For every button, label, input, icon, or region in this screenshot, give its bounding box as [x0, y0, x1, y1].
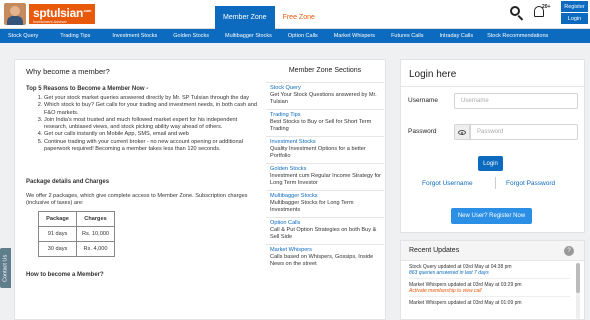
update-item[interactable]: Market Whispers updated at 03rd May at 0…: [401, 300, 584, 306]
forgot-password-link[interactable]: Forgot Password: [506, 180, 555, 187]
zone-section-desc: Calls based on Whispers, Gossips, Inside…: [270, 254, 374, 267]
zone-section-item[interactable]: Multibagger Stocks Multibagger Stocks for…: [266, 190, 384, 217]
divider: [401, 86, 584, 87]
password-input[interactable]: Password: [470, 124, 578, 140]
brand-name: sptulsian: [33, 5, 83, 20]
reasons-list: Get your stock market queries answered d…: [26, 95, 258, 153]
username-label: Username: [408, 97, 438, 104]
main-nav: Stock Query Trading Tips Investment Stoc…: [0, 29, 590, 43]
zone-section-item[interactable]: Trading Tips Best Stocks to Buy or Sell f…: [266, 109, 384, 136]
brand-tagline: Investment Adviser: [33, 18, 67, 24]
zone-section-link[interactable]: Stock Query: [270, 85, 384, 92]
nav-trading-tips[interactable]: Trading Tips: [60, 33, 90, 39]
reason-item: Continue trading with your current broke…: [44, 139, 258, 154]
password-label: Password: [408, 128, 437, 135]
main-content-panel: Why become a member? Top 5 Reasons to Be…: [14, 59, 386, 320]
top-header: sptulsian.com Investment Adviser Member …: [0, 0, 590, 29]
help-icon[interactable]: ?: [564, 246, 574, 256]
notification-count: 20+: [542, 4, 551, 10]
packages-table: Package Charges 91 days Rs. 10,000 30 da…: [38, 211, 115, 258]
zone-section-desc: Best Stocks to Buy or Sell for Short Ter…: [270, 119, 372, 132]
table-cell: 91 days: [38, 226, 77, 243]
column-header: Charges: [76, 211, 115, 228]
nav-option-calls[interactable]: Option Calls: [288, 33, 318, 39]
zone-section-desc: Get Your Stock Questions answered by Mr.…: [270, 92, 377, 105]
site-logo[interactable]: sptulsian.com Investment Adviser: [4, 2, 96, 26]
reason-item: Which stock to buy? Get calls for your t…: [44, 102, 258, 117]
zone-section-item[interactable]: Golden Stocks Investment cum Regular Inco…: [266, 163, 384, 190]
contact-us-tab[interactable]: Contact Us: [0, 248, 11, 288]
search-icon[interactable]: [508, 4, 526, 22]
divider: [409, 296, 570, 297]
table-cell: Rs. 10,000: [76, 226, 115, 243]
zone-section-desc: Quality Investment Options for a better …: [270, 146, 366, 159]
divider: [495, 177, 496, 189]
login-submit-button[interactable]: Login: [478, 156, 503, 171]
zone-section-item[interactable]: Stock Query Get Your Stock Questions answ…: [266, 82, 384, 109]
update-item[interactable]: Market Whispers updated at 03rd May at 0…: [401, 282, 584, 294]
member-zone-sections: Member Zone Sections Stock Query Get Your…: [266, 67, 384, 271]
table-cell: 30 days: [38, 241, 77, 258]
packages-title: Package details and Charges: [26, 179, 110, 186]
why-member-section: Why become a member? Top 5 Reasons to Be…: [26, 67, 258, 278]
nav-futures-calls[interactable]: Futures Calls: [391, 33, 423, 39]
packages-description: We offer 2 packages, which give complete…: [26, 193, 248, 207]
nav-golden-stocks[interactable]: Golden Stocks: [173, 33, 209, 39]
reason-item: Get your stock market queries answered d…: [44, 95, 258, 102]
nav-intraday-calls[interactable]: Intraday Calls: [439, 33, 473, 39]
divider: [409, 278, 570, 279]
column-header: Package: [38, 211, 77, 228]
update-subtext[interactable]: 863 queries answered in last 7 days: [409, 270, 584, 276]
nav-stock-query[interactable]: Stock Query: [8, 33, 38, 39]
zone-title: Member Zone Sections: [288, 67, 362, 74]
why-subtitle: Top 5 Reasons to Become a Member Now -: [26, 86, 149, 92]
zone-section-link[interactable]: Multibagger Stocks: [270, 193, 384, 200]
eye-icon[interactable]: [454, 124, 470, 140]
update-subtext[interactable]: Activate membership to view call: [409, 288, 584, 294]
table-row: 91 days Rs. 10,000: [38, 226, 115, 243]
bell-icon[interactable]: 20+: [530, 4, 551, 22]
nav-investment-stocks[interactable]: Investment Stocks: [112, 33, 157, 39]
username-input[interactable]: Username: [454, 93, 578, 109]
forgot-username-link[interactable]: Forgot Username: [422, 180, 473, 187]
zone-section-desc: Multibagger Stocks for Long Term Investm…: [270, 200, 354, 213]
updates-title: Recent Updates: [401, 241, 584, 261]
login-button[interactable]: Login: [561, 13, 588, 24]
logo-avatar: [4, 3, 26, 25]
table-header-row: Package Charges: [38, 211, 115, 228]
update-text: Market Whispers updated at 03rd May at 0…: [409, 300, 522, 306]
register-button[interactable]: Register: [561, 1, 588, 12]
update-item[interactable]: Stock Query updated at 03rd May at 04:38…: [401, 264, 584, 276]
why-title: Why become a member?: [26, 67, 110, 76]
zone-section-desc: Investment cum Regular Income Strategy f…: [270, 173, 381, 186]
tab-member-zone[interactable]: Member Zone: [215, 6, 275, 29]
zone-section-link[interactable]: Investment Stocks: [270, 139, 384, 146]
recent-updates-panel: Recent Updates ? Stock Query updated at …: [400, 240, 585, 320]
register-now-button[interactable]: New User? Register Now: [451, 208, 532, 224]
login-title: Login here: [409, 69, 457, 80]
zone-tabs: Member Zone Free Zone: [215, 6, 323, 29]
zone-section-link[interactable]: Option Calls: [270, 220, 384, 227]
zone-section-link[interactable]: Trading Tips: [270, 112, 384, 119]
table-row: 30 days Rs. 4,000: [38, 241, 115, 258]
login-panel: Login here Username Username Password Pa…: [400, 59, 585, 233]
tab-free-zone[interactable]: Free Zone: [275, 6, 323, 29]
table-cell: Rs. 4,000: [76, 241, 115, 258]
zone-section-item[interactable]: Option Calls Call & Put Option Strategies…: [266, 217, 384, 244]
scrollbar-thumb[interactable]: [576, 263, 580, 293]
updates-scrollbar[interactable]: [576, 263, 580, 319]
nav-multibagger-stocks[interactable]: Multibagger Stocks: [225, 33, 272, 39]
zone-section-link[interactable]: Market Whispers: [270, 247, 384, 254]
zone-section-desc: Call & Put Option Strategies on both Buy…: [270, 227, 377, 240]
nav-stock-recommendations[interactable]: Stock Recommendations: [487, 33, 548, 39]
reason-item: Get our calls instantly on Mobile App, S…: [44, 131, 258, 138]
reason-item: Join India's most trusted and much follo…: [44, 117, 258, 132]
zone-section-item[interactable]: Investment Stocks Quality Investment Opti…: [266, 136, 384, 163]
zone-section-item[interactable]: Market Whispers Calls based on Whispers, …: [266, 244, 384, 271]
zone-section-link[interactable]: Golden Stocks: [270, 166, 384, 173]
how-to-title: How to become a Member?: [26, 272, 104, 279]
brand-suffix: .com: [82, 7, 92, 13]
nav-market-whispers[interactable]: Market Whispers: [334, 33, 375, 39]
